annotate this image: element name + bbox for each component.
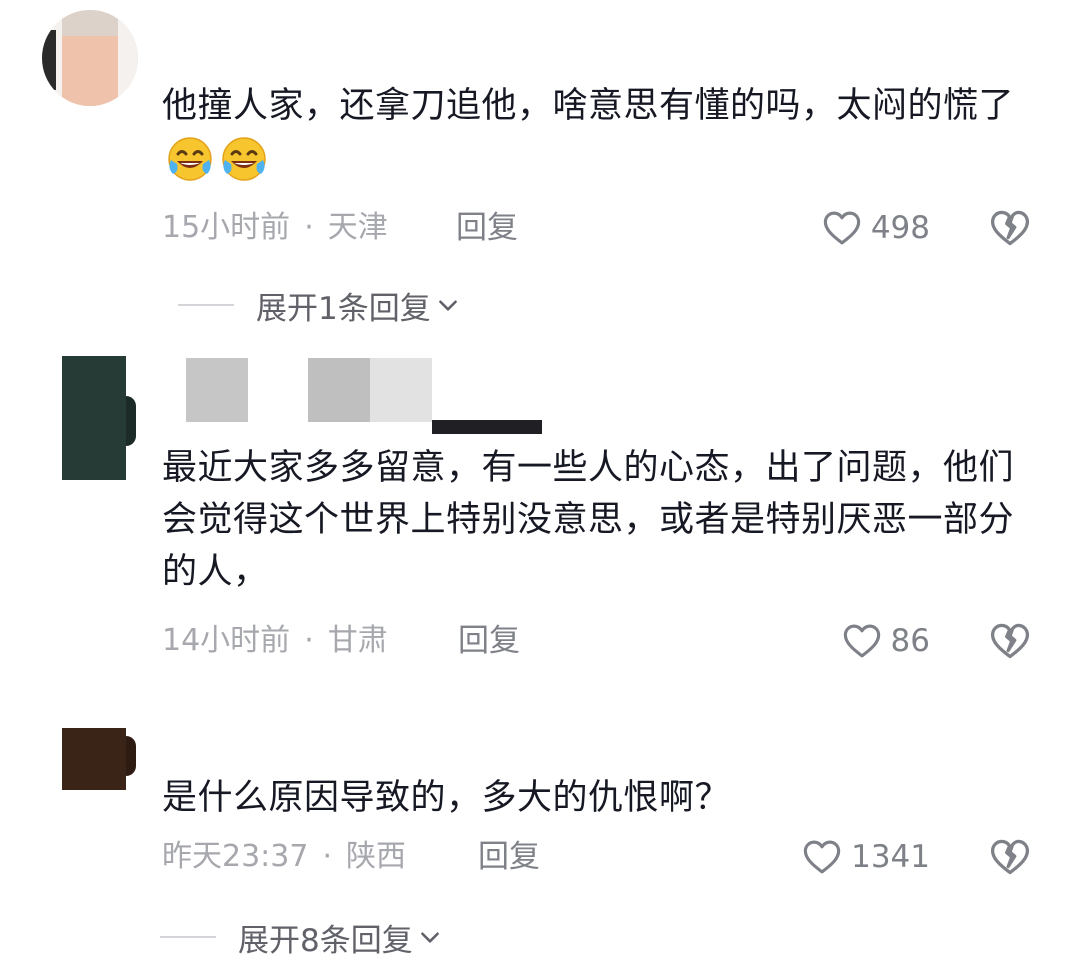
comment-time: 14小时前: [162, 623, 291, 658]
dislike-button[interactable]: [988, 619, 1032, 663]
expand-label: 展开1条回复: [256, 290, 431, 327]
divider: [178, 304, 234, 306]
dislike-button[interactable]: [988, 835, 1032, 879]
username-redacted: [370, 358, 432, 422]
heart-icon: [823, 211, 861, 245]
separator: ·: [304, 623, 314, 658]
avatar[interactable]: [40, 728, 140, 790]
comment-meta: 14小时前 · 甘肃: [162, 616, 388, 666]
comment-body: 他撞人家，还拿刀追他，啥意思有懂的吗，太闷的慌了: [162, 86, 1015, 126]
divider: [160, 936, 216, 938]
expand-label: 展开8条回复: [238, 922, 413, 959]
comment-body: 最近大家多多留意，有一些人的心态，出了问题，他们会觉得这个世界上特别没意思，或者…: [162, 448, 1015, 592]
comment-location: 甘肃: [327, 623, 388, 658]
laughing-crying-icon: [218, 132, 270, 184]
separator: ·: [322, 839, 333, 874]
broken-heart-icon: [990, 839, 1030, 875]
comment-meta: 15小时前 · 天津: [162, 203, 388, 253]
like-button[interactable]: 498: [821, 203, 930, 253]
separator: ·: [304, 210, 314, 245]
reply-button[interactable]: 回复: [458, 616, 520, 666]
comment-time: 15小时前: [162, 210, 291, 245]
comment-text: 最近大家多多留意，有一些人的心态，出了问题，他们会觉得这个世界上特别没意思，或者…: [162, 442, 1042, 598]
reply-button[interactable]: 回复: [478, 832, 540, 882]
comment-location: 天津: [327, 210, 388, 245]
username-redacted: [186, 358, 248, 422]
dislike-button[interactable]: [988, 206, 1032, 250]
expand-replies[interactable]: 展开1条回复: [178, 280, 461, 330]
reply-button[interactable]: 回复: [456, 203, 518, 253]
chevron-down-icon: [438, 300, 457, 311]
expand-replies[interactable]: 展开8条回复: [160, 912, 443, 962]
comment-meta: 昨天23:37 · 陕西: [162, 832, 406, 882]
like-button[interactable]: 1341: [801, 832, 930, 882]
like-count: 1341: [851, 839, 930, 875]
comment-time: 昨天23:37: [162, 839, 309, 874]
like-count: 86: [890, 623, 930, 659]
comment-text: 是什么原因导致的，多大的仇恨啊？: [162, 772, 1042, 824]
avatar[interactable]: [42, 10, 138, 106]
broken-heart-icon: [990, 210, 1030, 246]
heart-icon: [843, 624, 880, 658]
comment-body: 是什么原因导致的，多大的仇恨啊？: [162, 778, 731, 818]
avatar[interactable]: [40, 356, 140, 480]
like-count: 498: [870, 210, 930, 246]
like-button[interactable]: 86: [841, 616, 930, 666]
username-redacted: [432, 420, 542, 434]
laughing-crying-icon: [164, 132, 216, 184]
broken-heart-icon: [990, 623, 1030, 659]
username-redacted: [308, 358, 370, 422]
chevron-down-icon: [420, 932, 439, 943]
heart-icon: [803, 840, 841, 874]
comment-text: 他撞人家，还拿刀追他，啥意思有懂的吗，太闷的慌了: [162, 80, 1042, 189]
comment-location: 陕西: [346, 839, 407, 874]
